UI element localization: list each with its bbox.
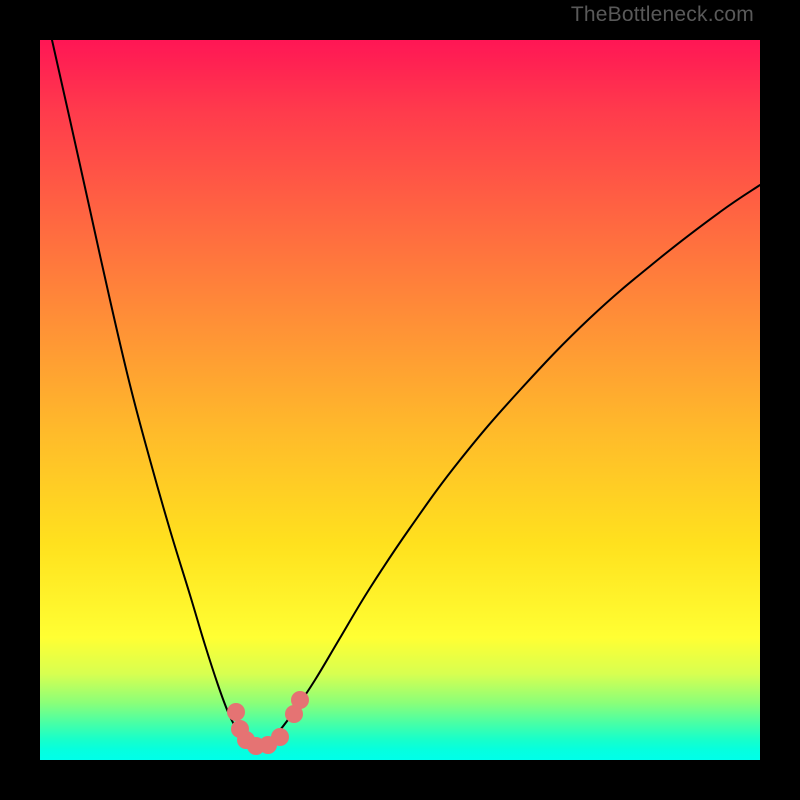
curve-left: [52, 40, 258, 747]
chart-plot-area: [40, 40, 760, 760]
curve-marker: [271, 728, 289, 746]
curve-right: [258, 185, 760, 747]
chart-svg: [40, 40, 760, 760]
marker-group: [227, 691, 309, 755]
curve-marker: [291, 691, 309, 709]
watermark-text: TheBottleneck.com: [571, 3, 754, 27]
chart-frame: [0, 0, 800, 800]
curve-marker: [227, 703, 245, 721]
